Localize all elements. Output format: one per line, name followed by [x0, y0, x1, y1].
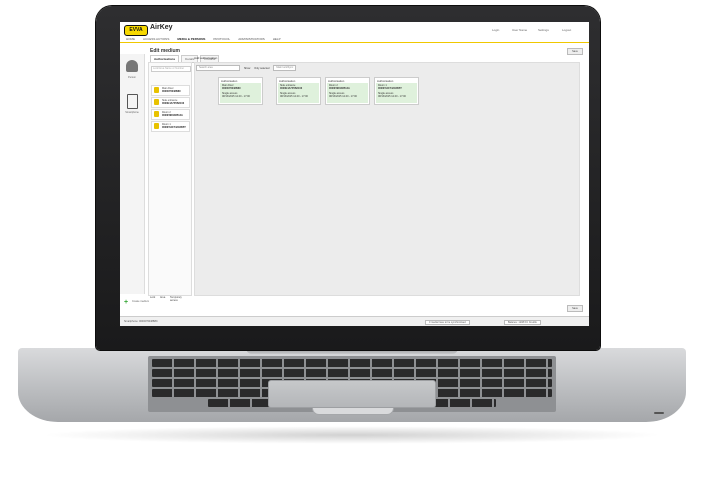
list-item-id: 0000076048B8C — [162, 90, 181, 93]
key-row — [152, 369, 552, 377]
area-search-input[interactable]: Search area — [196, 65, 240, 71]
status-bar: Smartphone: 0000076048B8C 0 media have t… — [120, 316, 589, 326]
card-id: 0000F8D1D8514A — [329, 87, 350, 90]
add-authorisation-button[interactable]: Add authorisation — [194, 56, 217, 60]
nav-administrators[interactable]: ADMINISTRATORS — [238, 36, 265, 42]
key-row — [152, 359, 552, 367]
laptop-shadow — [40, 426, 664, 444]
nav-help[interactable]: HELP — [273, 36, 281, 42]
lock-search-input[interactable]: Lock/Area Name or Number — [151, 66, 191, 72]
main-nav: HOME ACCESS ACTIONS MEDIA & PERSONS PROT… — [120, 36, 589, 43]
lock-icon — [154, 111, 159, 117]
authorisation-card[interactable]: Authorisation Room 1 0000F64C742A5B5T Si… — [374, 77, 419, 105]
left-rail: Person Smartphone — [120, 54, 145, 294]
card-date: 08/13/2015 12:40 - 17:00 — [329, 95, 357, 98]
credit-balance: Balance: 1208 KC Credits — [504, 320, 541, 325]
card-date: 08/13/2015 12:40 - 17:00 — [280, 95, 308, 98]
bottom-tab-area[interactable]: Area — [160, 296, 165, 299]
filter-bar: Search area Show Only selected Main lock… — [196, 65, 297, 71]
nav-access-actions[interactable]: ACCESS ACTIONS — [143, 36, 169, 42]
create-medium-button[interactable]: Create medium — [132, 300, 149, 303]
card-id: 0000076048B8C — [222, 87, 241, 90]
lock-icon — [154, 99, 159, 105]
card-body: Side entrance 0000E4A7F5B2106 Single acc… — [278, 83, 319, 103]
list-item[interactable]: Main Door 0000076048B8C — [151, 85, 190, 96]
settings-link[interactable]: Settings — [538, 28, 549, 32]
bottom-tab-lock[interactable]: Lock — [150, 296, 155, 299]
brand-logo[interactable]: EVVA — [124, 25, 148, 36]
login-link[interactable]: Login — [492, 28, 499, 32]
app-name: AirKey — [150, 24, 173, 31]
status-smartphone: Smartphone: 0000076048B8C — [124, 320, 158, 323]
sync-count[interactable]: 0 media have to be synchronised — [425, 320, 470, 325]
lid-notch — [312, 408, 394, 415]
rail-person-label: Person — [128, 76, 136, 79]
card-date: 08/13/2015 12:40 - 17:00 — [222, 95, 250, 98]
lock-icon — [154, 87, 159, 93]
status-led — [654, 412, 664, 414]
only-selected-checkbox[interactable]: Only selected — [254, 67, 269, 70]
logout-link[interactable]: Logout — [562, 28, 571, 32]
card-body: Main Door 0000076048B8C Single access 08… — [220, 83, 261, 103]
nav-home[interactable]: HOME — [126, 36, 135, 42]
person-icon[interactable] — [126, 60, 138, 72]
nav-protocol[interactable]: PROTOCOL — [213, 36, 230, 42]
show-label: Show — [244, 66, 251, 70]
page-title: Edit medium — [150, 48, 181, 54]
lock-icon — [154, 123, 159, 129]
add-icon[interactable]: + — [124, 299, 130, 306]
list-item-id: 0000F8D1D8514A — [162, 114, 183, 117]
authorisation-card[interactable]: Authorisation Side entrance 0000E4A7F5B2… — [276, 77, 321, 105]
list-item-id: 0000F64C742A5B5T — [162, 126, 186, 129]
save-button[interactable]: Save — [567, 48, 583, 55]
card-body: Room 2 0000F8D1D8514A Single access 08/1… — [327, 83, 368, 103]
user-name[interactable]: User Name — [512, 28, 527, 32]
nav-media-persons[interactable]: MEDIA & PERSONS — [177, 36, 205, 42]
authorisation-card[interactable]: Authorisation Main Door 0000076048B8C Si… — [218, 77, 263, 105]
screen: EVVA AirKey Login User Name Settings Log… — [120, 22, 589, 326]
list-item[interactable]: Side entrance 0000E4A7F5B2106 — [151, 97, 190, 108]
bottom-tab-temporary[interactable]: Temporary access — [170, 296, 190, 302]
rail-smartphone-label: Smartphone — [125, 111, 139, 114]
list-item[interactable]: Room 1 0000F64C742A5B5T — [151, 121, 190, 132]
save-button-bottom[interactable]: Save — [567, 305, 583, 312]
authorisation-card[interactable]: Authorisation Room 2 0000F8D1D8514A Sing… — [325, 77, 370, 105]
list-item-id: 0000E4A7F5B2106 — [162, 102, 185, 105]
bottom-tab-bar: Lock Area Temporary access — [148, 294, 190, 302]
card-id: 0000F64C742A5B5T — [378, 87, 402, 90]
card-date: 08/13/2015 12:40 - 17:00 — [378, 95, 406, 98]
card-body: Room 1 0000F64C742A5B5T Single access 08… — [376, 83, 417, 103]
trackpad — [268, 380, 436, 408]
lock-list-panel: Lock/Area Name or Number Main Door 00000… — [148, 62, 192, 296]
sync-dropdown[interactable]: Main lock/Sync — [273, 65, 297, 71]
card-id: 0000E4A7F5B2106 — [280, 87, 303, 90]
smartphone-icon[interactable] — [127, 94, 138, 109]
list-item[interactable]: Room 2 0000F8D1D8514A — [151, 109, 190, 120]
